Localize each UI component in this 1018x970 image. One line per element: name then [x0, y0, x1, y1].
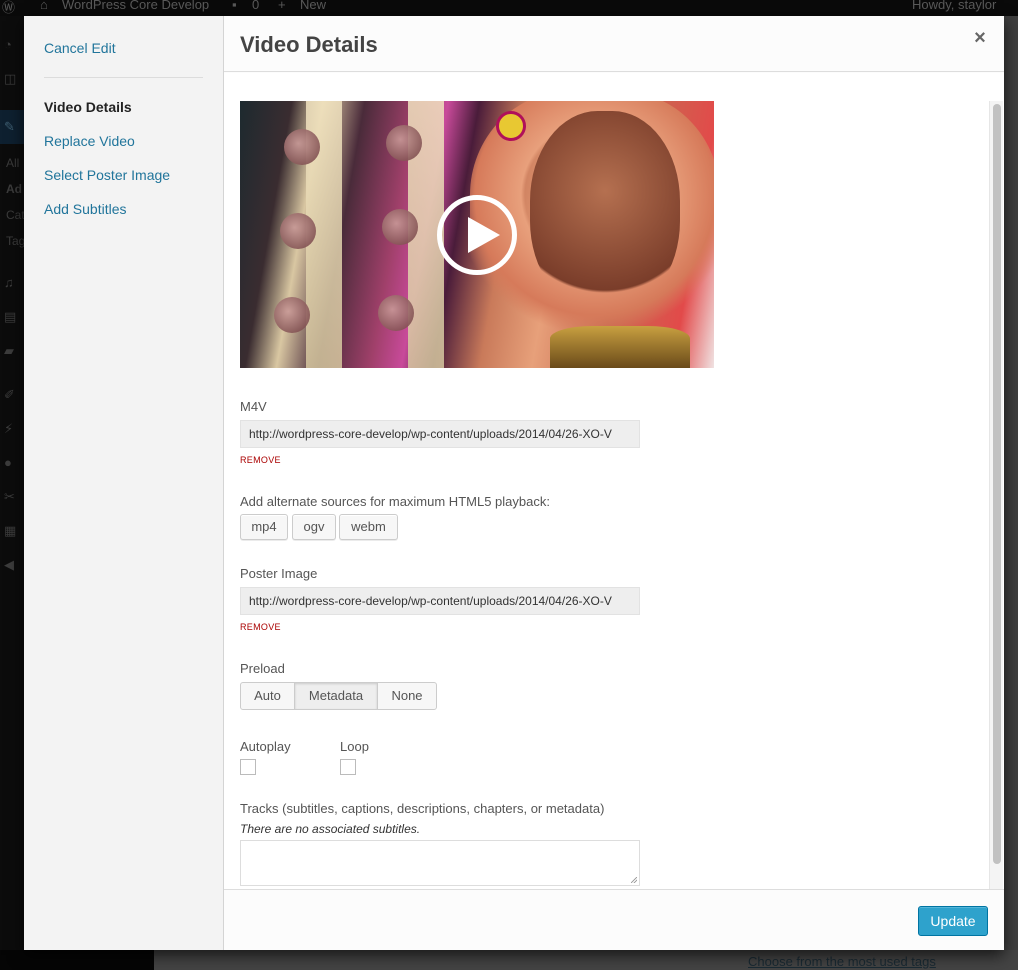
pushpin-icon: ✎ [4, 119, 15, 134]
menu-item-select-poster-image[interactable]: Select Poster Image [44, 167, 170, 183]
modal-content: M4V http://wordpress-core-develop/wp-con… [224, 73, 1004, 889]
menu-item-replace-video[interactable]: Replace Video [44, 133, 135, 149]
background-content-edge [1004, 16, 1018, 970]
m4v-remove-link[interactable]: REMOVE [240, 455, 281, 465]
no-subtitles-note: There are no associated subtitles. [240, 822, 421, 836]
wordpress-logo-icon[interactable]: Ⓦ [2, 0, 15, 16]
cancel-edit-link[interactable]: Cancel Edit [44, 40, 116, 56]
m4v-label: M4V [240, 399, 267, 414]
background-bottom: Choose from the most used tags [0, 950, 1018, 970]
modal-toolbar: Update [224, 889, 1004, 950]
video-preview[interactable] [240, 101, 714, 368]
video-details-modal: Cancel Edit Video Details Replace Video … [24, 16, 1004, 950]
jetpack-icon[interactable]: ◫ [4, 72, 20, 86]
admin-menu: ◔ ◫ ✎ All Ad Cat Tag ♫ ▤ ▰ ✐ ⚡ ● ✂ ▦ ◀ [0, 16, 25, 970]
menu-item-add-subtitles[interactable]: Add Subtitles [44, 201, 127, 217]
play-icon[interactable] [437, 195, 517, 275]
new-content-link[interactable]: New [300, 0, 326, 12]
admin-menu-categories[interactable]: Cat [6, 208, 25, 222]
home-icon: ⌂ [40, 0, 48, 12]
plus-icon: + [278, 0, 286, 12]
add-ogv-button[interactable]: ogv [292, 514, 336, 540]
media-icon[interactable]: ♫ [4, 276, 20, 290]
admin-menu-all[interactable]: All [6, 156, 19, 170]
update-button[interactable]: Update [918, 906, 988, 936]
settings-icon[interactable]: ▦ [4, 524, 20, 538]
admin-menu-add[interactable]: Ad [6, 182, 22, 196]
tracks-label: Tracks (subtitles, captions, description… [240, 801, 605, 816]
admin-bar: Ⓦ ⌂ WordPress Core Develop ▪ 0 + New How… [0, 0, 1018, 16]
add-webm-button[interactable]: webm [339, 514, 398, 540]
appearance-icon[interactable]: ✐ [4, 388, 20, 402]
add-mp4-button[interactable]: mp4 [240, 514, 288, 540]
preload-metadata-option[interactable]: Metadata [295, 683, 378, 709]
users-icon[interactable]: ● [4, 456, 20, 470]
menu-separator [44, 77, 203, 78]
posts-menu-active[interactable]: ✎ [0, 110, 24, 144]
modal-title-bar: Video Details × [224, 16, 1004, 72]
comments-count: 0 [252, 0, 260, 12]
preload-auto-option[interactable]: Auto [241, 683, 295, 709]
comments-menu-icon[interactable]: ▰ [4, 344, 20, 358]
modal-menu: Cancel Edit Video Details Replace Video … [24, 16, 224, 950]
tools-icon[interactable]: ✂ [4, 490, 20, 504]
content-scrollbar[interactable] [989, 101, 1003, 889]
most-used-tags-link[interactable]: Choose from the most used tags [748, 954, 936, 969]
collapse-menu-icon[interactable]: ◀ [4, 558, 20, 572]
dashboard-icon[interactable]: ◔ [4, 38, 20, 52]
m4v-url-field[interactable]: http://wordpress-core-develop/wp-content… [240, 420, 640, 448]
poster-url-field[interactable]: http://wordpress-core-develop/wp-content… [240, 587, 640, 615]
loop-checkbox[interactable] [340, 759, 356, 775]
preload-none-option[interactable]: None [378, 683, 436, 709]
poster-remove-link[interactable]: REMOVE [240, 622, 281, 632]
plugins-icon[interactable]: ⚡ [4, 422, 20, 436]
comments-icon[interactable]: ▪ [232, 0, 237, 12]
poster-image-label: Poster Image [240, 566, 318, 581]
pages-icon[interactable]: ▤ [4, 310, 20, 324]
tracks-textarea[interactable] [240, 840, 640, 886]
loop-label: Loop [340, 739, 369, 754]
preload-label: Preload [240, 661, 285, 676]
admin-menu-tags[interactable]: Tag [6, 234, 25, 248]
preload-segmented-control: Auto Metadata None [240, 682, 437, 710]
site-name-link[interactable]: WordPress Core Develop [62, 0, 209, 12]
autoplay-checkbox[interactable] [240, 759, 256, 775]
resize-handle-icon[interactable] [631, 877, 637, 883]
autoplay-label: Autoplay [240, 739, 291, 754]
menu-item-video-details[interactable]: Video Details [44, 99, 132, 115]
scrollbar-thumb[interactable] [993, 104, 1001, 864]
close-icon[interactable]: × [970, 28, 990, 48]
alternate-sources-label: Add alternate sources for maximum HTML5 … [240, 494, 550, 509]
howdy-user-link[interactable]: Howdy, staylor [912, 0, 996, 12]
modal-title: Video Details [240, 32, 378, 57]
